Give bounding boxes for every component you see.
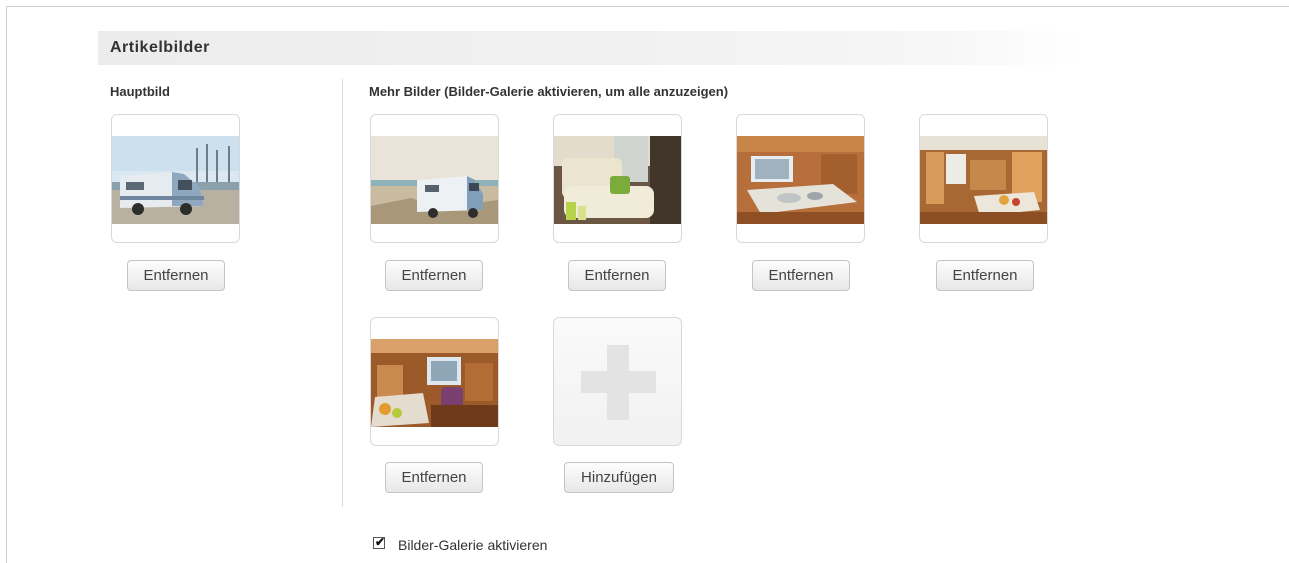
gallery-image-remove-button-3[interactable]: Entfernen: [752, 260, 850, 291]
gallery-enable-label[interactable]: Bilder-Galerie aktivieren: [398, 537, 547, 553]
gallery-image-remove-button-4[interactable]: Entfernen: [936, 260, 1034, 291]
gallery-image-remove-button-1[interactable]: Entfernen: [385, 260, 483, 291]
gallery-image-tile-5[interactable]: [370, 317, 499, 446]
main-image-remove-button[interactable]: Entfernen: [127, 260, 225, 291]
gallery-image-tile-3[interactable]: [736, 114, 865, 243]
gallery-image-remove-button-5[interactable]: Entfernen: [385, 462, 483, 493]
interior-overview-photo: [371, 339, 498, 427]
frame-top-border: [6, 6, 1289, 7]
gallery-image-tile-1[interactable]: [370, 114, 499, 243]
section-title: Artikelbilder: [110, 39, 210, 56]
main-image-label: Hauptbild: [110, 84, 170, 99]
more-images-label: Mehr Bilder (Bilder-Galerie aktivieren, …: [369, 84, 729, 99]
seating-area-photo: [554, 136, 681, 224]
gallery-image-tile-2[interactable]: [553, 114, 682, 243]
plus-icon-bar: [581, 371, 656, 393]
main-image-tile[interactable]: [111, 114, 240, 243]
column-divider: [342, 79, 343, 507]
gallery-image-tile-4[interactable]: [919, 114, 1048, 243]
frame-left-border: [6, 6, 7, 563]
kitchen-photo: [737, 136, 864, 224]
motorhome-photo: [112, 136, 239, 224]
checkmark-icon: ✔: [375, 535, 386, 549]
add-image-tile[interactable]: [553, 317, 682, 446]
gallery-enable-checkbox[interactable]: ✔: [373, 535, 386, 549]
gallery-image-remove-button-2[interactable]: Entfernen: [568, 260, 666, 291]
motorhome-beach-photo: [371, 136, 498, 224]
add-image-button[interactable]: Hinzufügen: [564, 462, 674, 493]
section-header: Artikelbilder: [98, 31, 1080, 65]
dining-area-photo: [920, 136, 1047, 224]
